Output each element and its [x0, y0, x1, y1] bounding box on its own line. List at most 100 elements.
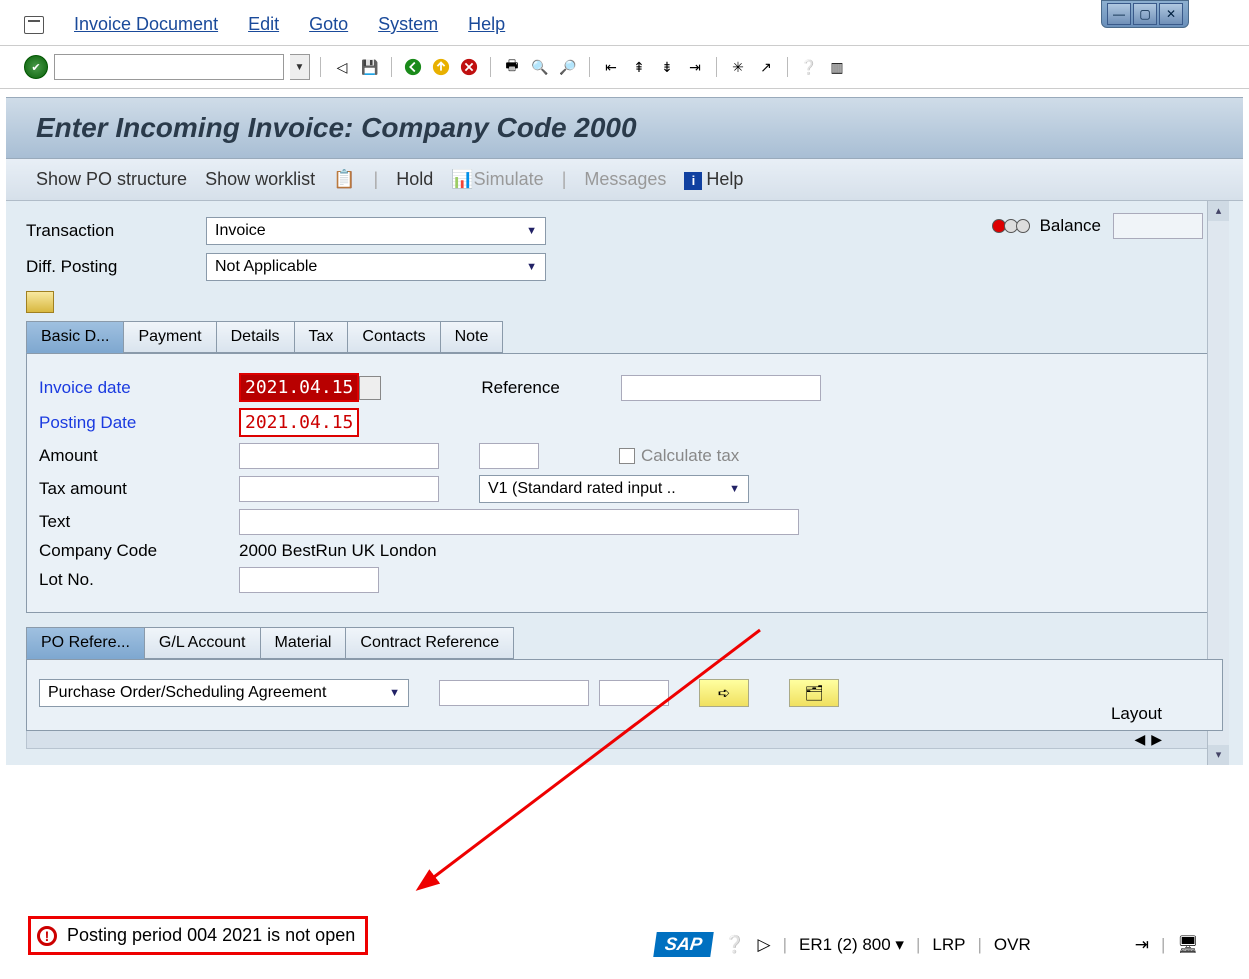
find-icon[interactable]: 🔍	[529, 56, 551, 78]
command-dropdown-icon[interactable]: ▼	[290, 54, 310, 80]
posting-date-label: Posting Date	[39, 413, 239, 433]
local-layout-icon[interactable]: ▷	[758, 935, 771, 955]
show-po-structure-button[interactable]: Show PO structure	[36, 169, 187, 190]
tab-basic-data[interactable]: Basic D...	[26, 321, 124, 353]
menu-goto[interactable]: Goto	[309, 14, 348, 35]
folder-icon[interactable]	[26, 291, 54, 313]
amount-label: Amount	[39, 446, 239, 466]
simulate-button[interactable]: 📊Simulate	[451, 169, 543, 190]
tab-note[interactable]: Note	[440, 321, 504, 353]
company-code-value: 2000 BestRun UK London	[239, 541, 437, 561]
collapse-icon[interactable]: ⇥	[1135, 935, 1149, 955]
enter-icon[interactable]: ✔	[24, 55, 48, 79]
print-icon[interactable]: 🖶	[501, 56, 523, 78]
help-status-icon[interactable]: ❔	[724, 935, 745, 955]
app-toolbar: Show PO structure Show worklist 📋 | Hold…	[6, 159, 1243, 201]
shortcut-icon[interactable]: ↗	[755, 56, 777, 78]
next-page-icon[interactable]: ⇟	[656, 56, 678, 78]
maximize-button[interactable]: ▢	[1133, 3, 1157, 25]
menu-edit[interactable]: Edit	[248, 14, 279, 35]
tab-contacts[interactable]: Contacts	[347, 321, 440, 353]
tab-tax[interactable]: Tax	[294, 321, 349, 353]
menu-invoice-document[interactable]: Invoice Document	[74, 14, 218, 35]
layout-label: Layout	[1111, 704, 1162, 724]
header-tabs: Basic D... Payment Details Tax Contacts …	[26, 321, 1223, 353]
overview-button[interactable]: 🗂	[789, 679, 839, 707]
help-button[interactable]: iHelp	[684, 169, 743, 190]
content-area: ▴▾ Balance Transaction Invoice▼ Diff. Po…	[6, 201, 1243, 765]
invoice-date-field[interactable]: 2021.04.15	[239, 373, 359, 402]
exit-yellow-icon[interactable]	[430, 56, 452, 78]
last-page-icon[interactable]: ⇥	[684, 56, 706, 78]
diff-posting-dropdown[interactable]: Not Applicable▼	[206, 253, 546, 281]
user-info: LRP	[932, 935, 965, 955]
insert-mode: OVR	[994, 935, 1031, 955]
other-document-icon[interactable]: 📋	[333, 169, 355, 190]
menu-icon[interactable]	[24, 16, 44, 34]
lot-no-field[interactable]	[239, 567, 379, 593]
amount-field[interactable]	[239, 443, 439, 469]
calculate-tax-checkbox[interactable]	[619, 448, 635, 464]
back-green-icon[interactable]	[402, 56, 424, 78]
page-title: Enter Incoming Invoice: Company Code 200…	[6, 97, 1243, 159]
menu-system[interactable]: System	[378, 14, 438, 35]
calculate-tax-label: Calculate tax	[641, 446, 739, 466]
balance-field	[1113, 213, 1203, 239]
text-field[interactable]	[239, 509, 799, 535]
menu-help[interactable]: Help	[468, 14, 505, 35]
date-picker-icon[interactable]	[359, 376, 381, 400]
balance-label: Balance	[1040, 216, 1101, 236]
more-allocation-button[interactable]: ➪	[699, 679, 749, 707]
menubar: Invoice Document Edit Goto System Help	[0, 0, 1249, 45]
new-session-icon[interactable]: ✳	[727, 56, 749, 78]
first-page-icon[interactable]: ⇤	[600, 56, 622, 78]
ref-type-dropdown[interactable]: Purchase Order/Scheduling Agreement▼	[39, 679, 409, 707]
screen-icon[interactable]: 🖥	[1177, 935, 1199, 955]
po-item-field[interactable]	[599, 680, 669, 706]
cancel-red-icon[interactable]	[458, 56, 480, 78]
scroll-left-icon[interactable]: ◀	[1134, 731, 1145, 748]
system-info[interactable]: ER1 (2) 800 ▾	[799, 935, 904, 955]
balance-light-icon	[992, 219, 1028, 233]
help-icon[interactable]: ❔	[798, 56, 820, 78]
sap-logo: SAP	[654, 932, 715, 957]
tab-payment[interactable]: Payment	[123, 321, 216, 353]
save-icon[interactable]: 💾	[359, 56, 381, 78]
tab-gl-account[interactable]: G/L Account	[144, 627, 261, 659]
find-next-icon[interactable]: 🔎	[557, 56, 579, 78]
layout-icon[interactable]: ▥	[826, 56, 848, 78]
minimize-button[interactable]: —	[1107, 3, 1131, 25]
tax-amount-label: Tax amount	[39, 479, 239, 499]
command-field[interactable]	[54, 54, 284, 80]
tab-po-reference[interactable]: PO Refere...	[26, 627, 145, 659]
item-tabs: PO Refere... G/L Account Material Contra…	[26, 627, 1223, 659]
messages-button[interactable]: Messages	[584, 169, 666, 190]
scroll-right-icon[interactable]: ▶	[1151, 731, 1162, 748]
company-code-label: Company Code	[39, 541, 239, 561]
status-message-bar: ! Posting period 004 2021 is not open	[28, 916, 368, 955]
po-number-field[interactable]	[439, 680, 589, 706]
close-button[interactable]: ✕	[1159, 3, 1183, 25]
text-label: Text	[39, 512, 239, 532]
tab-contract-reference[interactable]: Contract Reference	[345, 627, 514, 659]
invoice-date-label: Invoice date	[39, 378, 239, 398]
basic-data-panel: Invoice date 2021.04.15 Reference Postin…	[26, 353, 1223, 613]
show-worklist-button[interactable]: Show worklist	[205, 169, 315, 190]
horizontal-scrollbar[interactable]	[26, 731, 1223, 749]
transaction-dropdown[interactable]: Invoice▼	[206, 217, 546, 245]
status-message-text: Posting period 004 2021 is not open	[67, 925, 355, 946]
tax-amount-field[interactable]	[239, 476, 439, 502]
info-icon: i	[684, 172, 702, 190]
back-icon[interactable]: ◁	[331, 56, 353, 78]
tab-details[interactable]: Details	[216, 321, 295, 353]
error-icon: !	[37, 926, 57, 946]
lot-no-label: Lot No.	[39, 570, 239, 590]
hold-button[interactable]: Hold	[396, 169, 433, 190]
prev-page-icon[interactable]: ⇞	[628, 56, 650, 78]
tax-code-dropdown[interactable]: V1 (Standard rated input ..▼	[479, 475, 749, 503]
currency-field[interactable]	[479, 443, 539, 469]
posting-date-field[interactable]: 2021.04.15	[239, 408, 359, 437]
reference-field[interactable]	[621, 375, 821, 401]
tab-material[interactable]: Material	[260, 627, 347, 659]
window-controls: — ▢ ✕	[1101, 0, 1189, 28]
